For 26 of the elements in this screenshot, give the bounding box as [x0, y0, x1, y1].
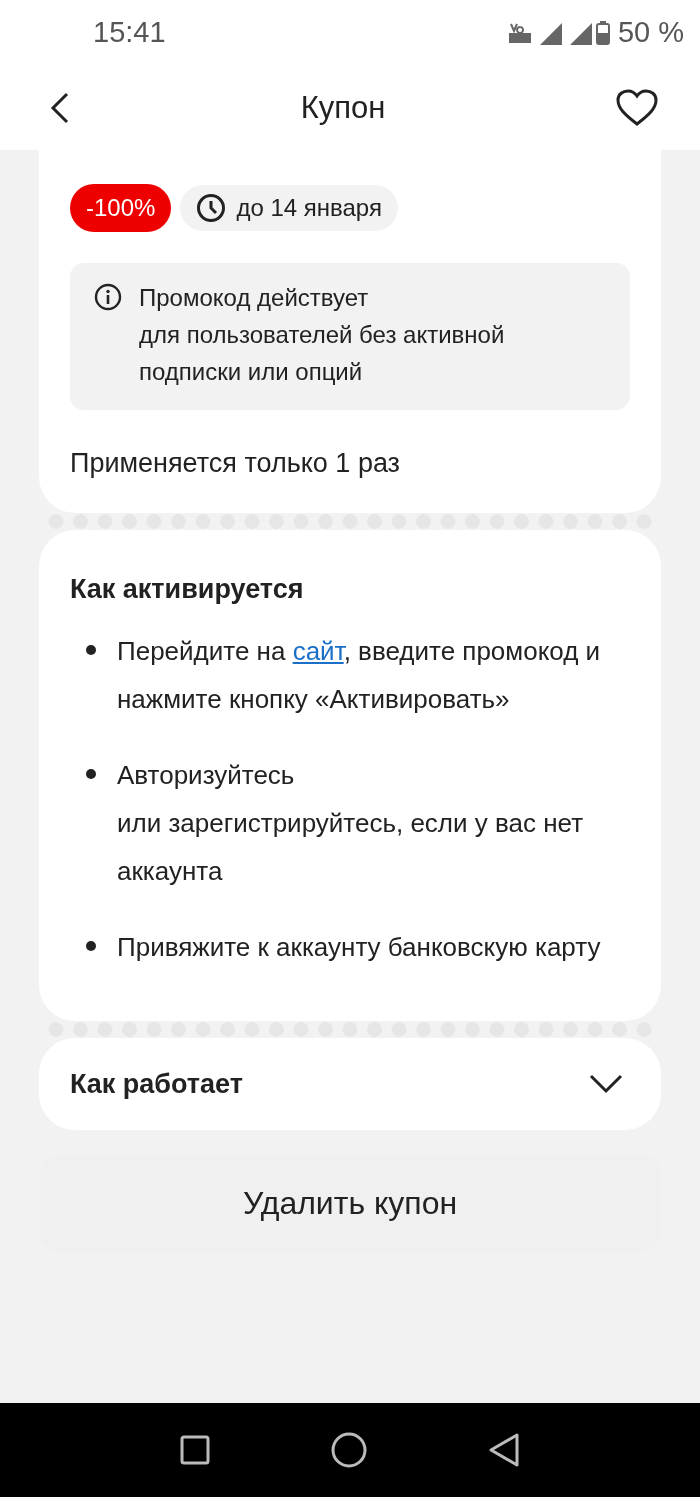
back-nav-icon[interactable] [487, 1432, 520, 1468]
site-link[interactable]: сайт [292, 636, 344, 666]
battery-percent: 50 % [617, 16, 684, 49]
recent-apps-icon[interactable] [180, 1435, 211, 1465]
expiry-date: до 14 января [236, 194, 382, 222]
battery-icon [595, 20, 610, 45]
section-title: Как активируется [70, 574, 305, 605]
heart-icon[interactable] [616, 88, 658, 127]
back-icon[interactable] [50, 91, 70, 124]
notice-text: Промокод действует для пользователей без активной подписки или опций [139, 283, 505, 387]
section-title: Как работает [70, 1068, 243, 1100]
usage-text: Применяется только 1 раз [70, 448, 401, 479]
clock-icon [196, 193, 227, 223]
step-text: Авторизуйтесь или зарегистрируйтесь, если у вас нет аккаунта [117, 759, 585, 888]
info-icon [94, 283, 122, 311]
step-text: Привяжите к аккаунту банковскую карту [117, 931, 601, 964]
bullet-icon [86, 941, 96, 951]
bullet-icon [86, 769, 96, 779]
page-title: Купон [300, 89, 386, 126]
bullet-icon [86, 645, 96, 655]
volte-icon [507, 21, 532, 44]
step-text: Перейдите на сайт, введите промокод и нажмите кнопку «Активировать» [117, 635, 602, 716]
discount-badge: -100% [70, 184, 172, 232]
home-icon[interactable] [331, 1432, 367, 1468]
status-time: 15:41 [93, 16, 166, 49]
accordion-header[interactable]: Как работает [39, 1038, 661, 1130]
